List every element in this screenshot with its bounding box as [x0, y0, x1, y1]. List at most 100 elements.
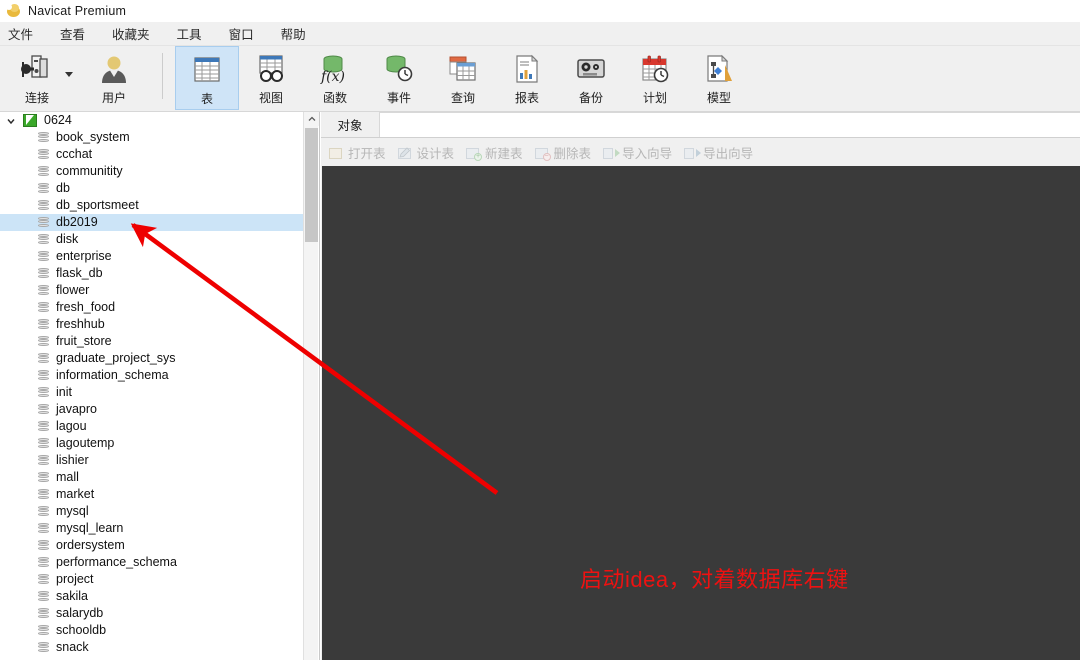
tree-item-connection[interactable]: 0624: [0, 112, 303, 129]
delete-table-label: 删除表: [553, 147, 592, 161]
database-icon: [38, 284, 49, 297]
tree-item-database[interactable]: schooldb: [0, 622, 303, 639]
toolbar-button-model[interactable]: 模型: [687, 46, 751, 110]
tree-item-database[interactable]: lagou: [0, 418, 303, 435]
database-label: mall: [56, 470, 79, 484]
tree-item-database[interactable]: fruit_store: [0, 333, 303, 350]
toolbar-label-function: 函数: [322, 91, 347, 105]
database-icon: [38, 624, 49, 637]
database-icon: [38, 420, 49, 433]
model-icon: [701, 51, 737, 87]
tree-item-database[interactable]: init: [0, 384, 303, 401]
database-label: db2019: [56, 215, 98, 229]
toolbar-label-connection: 连接: [24, 91, 49, 105]
tree-item-database[interactable]: ccchat: [0, 146, 303, 163]
toolbar-button-query[interactable]: 查询: [431, 46, 495, 110]
tree-item-database[interactable]: communitity: [0, 163, 303, 180]
database-label: fresh_food: [56, 300, 116, 314]
tree-item-database[interactable]: db2019: [0, 214, 303, 231]
database-label: performance_schema: [56, 555, 177, 569]
tab-objects[interactable]: 对象: [321, 111, 379, 137]
open-table-button[interactable]: 打开表: [329, 143, 386, 162]
toolbar-label-table: 表: [200, 92, 213, 106]
tree-item-database[interactable]: mall: [0, 469, 303, 486]
database-tree[interactable]: 0624 book_systemccchat communitity db db_sp…: [0, 112, 303, 660]
database-icon: [38, 386, 49, 399]
database-icon: [38, 590, 49, 603]
tree-item-database[interactable]: freshhub: [0, 316, 303, 333]
new-table-button[interactable]: + 新建表: [466, 143, 523, 162]
export-wizard-icon: [684, 146, 702, 160]
design-table-button[interactable]: 设计表: [397, 143, 454, 162]
schedule-icon: [637, 51, 673, 87]
tree-item-database[interactable]: mysql: [0, 503, 303, 520]
chevron-down-icon[interactable]: [4, 114, 17, 127]
tree-item-database[interactable]: snack: [0, 639, 303, 656]
toolbar-button-report[interactable]: 报表: [495, 46, 559, 110]
main-toolbar: 连接 用户 表 视图 f(x) 函数 事件 查询 报表 备份 计划 模型: [0, 46, 1080, 112]
database-sidebar: 0624 book_systemccchat communitity db db_sp…: [0, 112, 320, 660]
scroll-up-icon[interactable]: [304, 112, 319, 126]
toolbar-button-connection[interactable]: 连接: [6, 46, 73, 110]
database-label: fruit_store: [56, 334, 112, 348]
export-wizard-button[interactable]: 导出向导: [684, 143, 753, 162]
tree-item-database[interactable]: flask_db: [0, 265, 303, 282]
navicat-logo-icon: [6, 3, 21, 19]
toolbar-label-model: 模型: [706, 91, 731, 105]
tree-item-database[interactable]: information_schema: [0, 367, 303, 384]
toolbar-label-user: 用户: [101, 91, 126, 105]
tree-item-database[interactable]: salarydb: [0, 605, 303, 622]
sidebar-scrollbar[interactable]: [303, 112, 319, 660]
database-label: mysql: [56, 504, 89, 518]
import-wizard-button[interactable]: 导入向导: [603, 143, 672, 162]
tree-item-database[interactable]: flower: [0, 282, 303, 299]
database-icon: [38, 165, 49, 178]
menu-item-tools[interactable]: 工具: [177, 24, 202, 43]
database-icon: [38, 233, 49, 246]
menu-item-help[interactable]: 帮助: [281, 24, 306, 43]
tree-item-database[interactable]: lagoutemp: [0, 435, 303, 452]
database-icon: [38, 267, 49, 280]
menu-item-favorites[interactable]: 收藏夹: [112, 24, 150, 43]
tree-item-database[interactable]: performance_schema: [0, 554, 303, 571]
database-label: enterprise: [56, 249, 112, 263]
tree-item-database[interactable]: market: [0, 486, 303, 503]
toolbar-button-user[interactable]: 用户: [82, 46, 146, 110]
database-icon: [38, 352, 49, 365]
chevron-down-icon[interactable]: [65, 72, 73, 77]
tree-item-database[interactable]: db: [0, 180, 303, 197]
toolbar-button-schedule[interactable]: 计划: [623, 46, 687, 110]
toolbar-button-view[interactable]: 视图: [239, 46, 303, 110]
menu-item-window[interactable]: 窗口: [229, 24, 254, 43]
object-canvas: 启动idea，对着数据库右键 白龙码程序设计: [322, 166, 1080, 660]
tree-item-database[interactable]: mysql_learn: [0, 520, 303, 537]
mysql-connection-icon: [23, 114, 37, 127]
database-label: ccchat: [56, 147, 93, 161]
menu-item-view[interactable]: 查看: [60, 24, 85, 43]
toolbar-button-backup[interactable]: 备份: [559, 46, 623, 110]
tree-item-database[interactable]: disk: [0, 231, 303, 248]
tree-item-database[interactable]: book_system: [0, 129, 303, 146]
tree-item-database[interactable]: sakila: [0, 588, 303, 605]
delete-table-button[interactable]: − 删除表: [534, 143, 592, 162]
tree-item-database[interactable]: ordersystem: [0, 537, 303, 554]
tree-item-database[interactable]: fresh_food: [0, 299, 303, 316]
toolbar-button-table[interactable]: 表: [175, 46, 239, 110]
tree-item-database[interactable]: db_sportsmeet: [0, 197, 303, 214]
tree-item-database[interactable]: graduate_project_sys: [0, 350, 303, 367]
tab-strip: 对象: [321, 112, 1080, 138]
database-label: book_system: [56, 130, 130, 144]
tree-item-database[interactable]: javapro: [0, 401, 303, 418]
menu-item-file[interactable]: 文件: [8, 24, 33, 43]
database-icon: [38, 607, 49, 620]
scrollbar-thumb[interactable]: [305, 128, 318, 242]
tree-item-database[interactable]: lishier: [0, 452, 303, 469]
toolbar-button-function[interactable]: f(x) 函数: [303, 46, 367, 110]
backup-icon: [573, 51, 609, 87]
database-label: disk: [56, 232, 79, 246]
database-label: db_sportsmeet: [56, 198, 139, 212]
tree-item-database[interactable]: enterprise: [0, 248, 303, 265]
tree-item-database[interactable]: project: [0, 571, 303, 588]
toolbar-button-event[interactable]: 事件: [367, 46, 431, 110]
database-label: freshhub: [56, 317, 105, 331]
